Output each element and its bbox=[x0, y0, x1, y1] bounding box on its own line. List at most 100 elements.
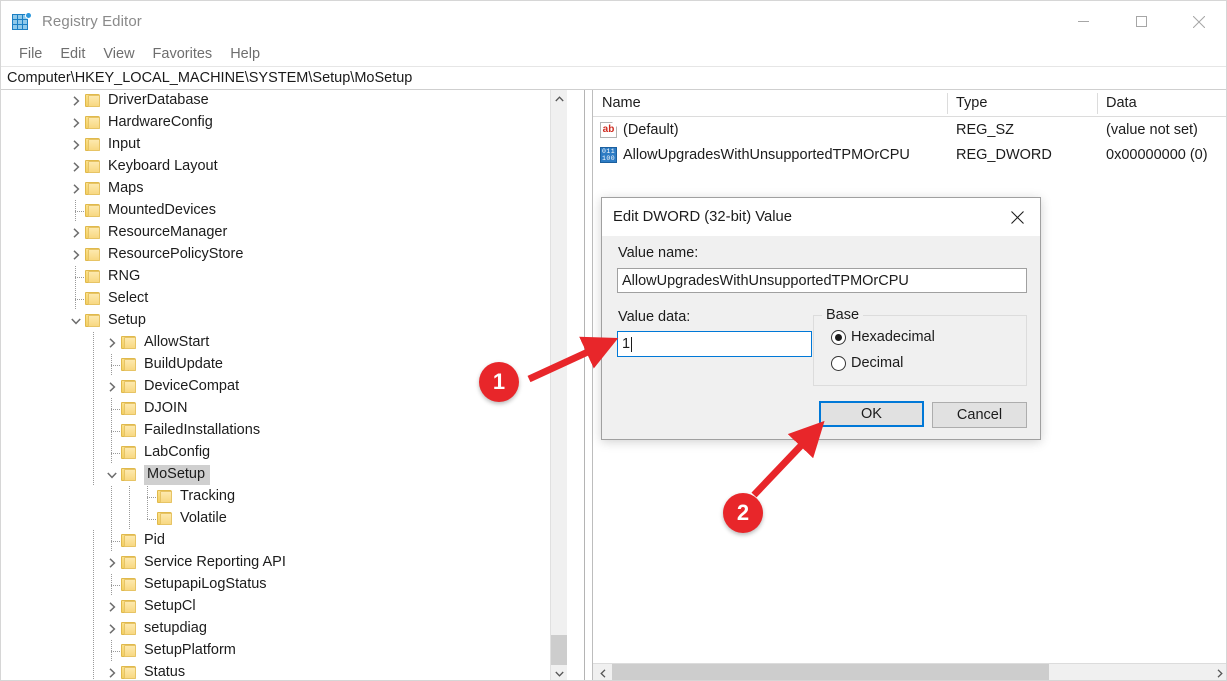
tree-item-rng[interactable]: RNG bbox=[1, 266, 561, 288]
tree-item-setup[interactable]: Setup bbox=[1, 310, 561, 332]
value-data-text: 1 bbox=[622, 336, 630, 352]
registry-icon bbox=[12, 12, 31, 31]
value-row[interactable]: AllowUpgradesWithUnsupportedTPMOrCPUREG_… bbox=[593, 142, 1227, 167]
folder-icon bbox=[121, 644, 137, 658]
maximize-icon[interactable] bbox=[1112, 1, 1170, 42]
chevron-down-icon[interactable] bbox=[103, 464, 121, 486]
dialog-close-icon[interactable] bbox=[994, 198, 1040, 236]
scroll-up-icon[interactable] bbox=[551, 90, 567, 107]
chevron-right-icon[interactable] bbox=[67, 156, 85, 178]
window-controls bbox=[1054, 1, 1227, 42]
tree-item-setupplatform[interactable]: SetupPlatform bbox=[1, 640, 561, 662]
value-data-input[interactable]: 1 bbox=[617, 331, 812, 357]
chevron-right-icon[interactable] bbox=[67, 178, 85, 200]
tree-item-volatile[interactable]: Volatile bbox=[1, 508, 561, 530]
tree-item-allowstart[interactable]: AllowStart bbox=[1, 332, 561, 354]
tree-item-tracking[interactable]: Tracking bbox=[1, 486, 561, 508]
tree-item-devicecompat[interactable]: DeviceCompat bbox=[1, 376, 561, 398]
tree-connector bbox=[139, 486, 157, 508]
tree-item-keyboard-layout[interactable]: Keyboard Layout bbox=[1, 156, 561, 178]
tree-guide bbox=[103, 508, 121, 530]
menu-file[interactable]: File bbox=[10, 45, 51, 64]
value-data-cell: (value not set) bbox=[1097, 122, 1227, 138]
address-bar[interactable]: Computer\HKEY_LOCAL_MACHINE\SYSTEM\Setup… bbox=[1, 66, 1227, 90]
ok-button[interactable]: OK bbox=[819, 401, 924, 427]
tree-item-maps[interactable]: Maps bbox=[1, 178, 561, 200]
tree-item-status[interactable]: Status bbox=[1, 662, 561, 681]
chevron-right-icon[interactable] bbox=[67, 244, 85, 266]
tree-vertical-scrollbar[interactable] bbox=[550, 90, 567, 681]
values-horizontal-scrollbar[interactable] bbox=[593, 663, 1227, 681]
tree-item-select[interactable]: Select bbox=[1, 288, 561, 310]
value-row[interactable]: (Default)REG_SZ(value not set) bbox=[593, 117, 1227, 142]
tree-item-label: Select bbox=[108, 289, 152, 309]
tree-item-resourcepolicystore[interactable]: ResourcePolicyStore bbox=[1, 244, 561, 266]
column-header-data[interactable]: Data bbox=[1097, 90, 1227, 117]
chevron-right-icon[interactable] bbox=[67, 134, 85, 156]
tree-item-pid[interactable]: Pid bbox=[1, 530, 561, 552]
tree-item-input[interactable]: Input bbox=[1, 134, 561, 156]
tree-item-buildupdate[interactable]: BuildUpdate bbox=[1, 354, 561, 376]
tree-item-label: setupdiag bbox=[144, 619, 211, 639]
edit-dword-dialog: Edit DWORD (32-bit) Value Value name: Al… bbox=[601, 197, 1041, 440]
tree-item-djoin[interactable]: DJOIN bbox=[1, 398, 561, 420]
cancel-button[interactable]: Cancel bbox=[932, 402, 1027, 428]
tree-guide bbox=[85, 376, 103, 398]
chevron-right-icon[interactable] bbox=[103, 376, 121, 398]
tree-item-label: SetupapiLogStatus bbox=[144, 575, 271, 595]
tree-item-mosetup[interactable]: MoSetup bbox=[1, 464, 561, 486]
dialog-title-bar: Edit DWORD (32-bit) Value bbox=[602, 198, 1040, 236]
tree-item-setupcl[interactable]: SetupCl bbox=[1, 596, 561, 618]
menu-favorites[interactable]: Favorites bbox=[144, 45, 222, 64]
tree-item-service-reporting-api[interactable]: Service Reporting API bbox=[1, 552, 561, 574]
tree-item-resourcemanager[interactable]: ResourceManager bbox=[1, 222, 561, 244]
chevron-down-icon[interactable] bbox=[67, 310, 85, 332]
chevron-right-icon[interactable] bbox=[103, 596, 121, 618]
tree-item-setupdiag[interactable]: setupdiag bbox=[1, 618, 561, 640]
scroll-left-icon[interactable] bbox=[593, 664, 612, 681]
chevron-right-icon[interactable] bbox=[103, 662, 121, 681]
minimize-icon[interactable] bbox=[1054, 1, 1112, 42]
tree-item-failedinstallations[interactable]: FailedInstallations bbox=[1, 420, 561, 442]
folder-icon bbox=[157, 490, 173, 504]
tree-item-label: MoSetup bbox=[144, 465, 210, 485]
tree-item-label: SetupPlatform bbox=[144, 641, 240, 661]
scroll-right-icon[interactable] bbox=[1210, 664, 1227, 681]
menu-edit[interactable]: Edit bbox=[51, 45, 94, 64]
tree-item-driverdatabase[interactable]: DriverDatabase bbox=[1, 90, 561, 112]
chevron-right-icon[interactable] bbox=[103, 332, 121, 354]
tree-item-label: DJOIN bbox=[144, 399, 192, 419]
base-group: Base bbox=[813, 315, 1027, 386]
chevron-right-icon[interactable] bbox=[67, 112, 85, 134]
radio-hexadecimal-indicator bbox=[831, 330, 846, 345]
folder-icon bbox=[85, 116, 101, 130]
values-scroll-thumb[interactable] bbox=[612, 664, 1049, 681]
values-list: (Default)REG_SZ(value not set)AllowUpgra… bbox=[593, 117, 1227, 167]
chevron-right-icon[interactable] bbox=[67, 90, 85, 112]
tree-scroll-thumb[interactable] bbox=[551, 635, 567, 665]
radio-decimal[interactable]: Decimal bbox=[831, 355, 903, 371]
pane-splitter[interactable] bbox=[584, 90, 592, 681]
chevron-right-icon[interactable] bbox=[67, 222, 85, 244]
radio-hexadecimal[interactable]: Hexadecimal bbox=[831, 329, 935, 345]
folder-icon bbox=[121, 666, 137, 680]
scroll-down-icon[interactable] bbox=[551, 665, 567, 681]
tree-guide bbox=[85, 354, 103, 376]
tree-item-hardwareconfig[interactable]: HardwareConfig bbox=[1, 112, 561, 134]
tree-item-setupapilogstatus[interactable]: SetupapiLogStatus bbox=[1, 574, 561, 596]
folder-icon bbox=[85, 270, 101, 284]
folder-icon bbox=[85, 160, 101, 174]
tree-connector bbox=[67, 200, 85, 222]
tree-connector bbox=[103, 574, 121, 596]
column-header-type[interactable]: Type bbox=[947, 90, 1097, 117]
menu-help[interactable]: Help bbox=[221, 45, 269, 64]
tree-item-labconfig[interactable]: LabConfig bbox=[1, 442, 561, 464]
chevron-right-icon[interactable] bbox=[103, 552, 121, 574]
registry-editor-window: Registry Editor File Edit View Favorites… bbox=[0, 0, 1227, 681]
menu-view[interactable]: View bbox=[94, 45, 143, 64]
close-icon[interactable] bbox=[1170, 1, 1227, 42]
chevron-right-icon[interactable] bbox=[103, 618, 121, 640]
column-header-name[interactable]: Name bbox=[593, 90, 947, 117]
value-name-input[interactable]: AllowUpgradesWithUnsupportedTPMOrCPU bbox=[617, 268, 1027, 293]
tree-item-mounteddevices[interactable]: MountedDevices bbox=[1, 200, 561, 222]
